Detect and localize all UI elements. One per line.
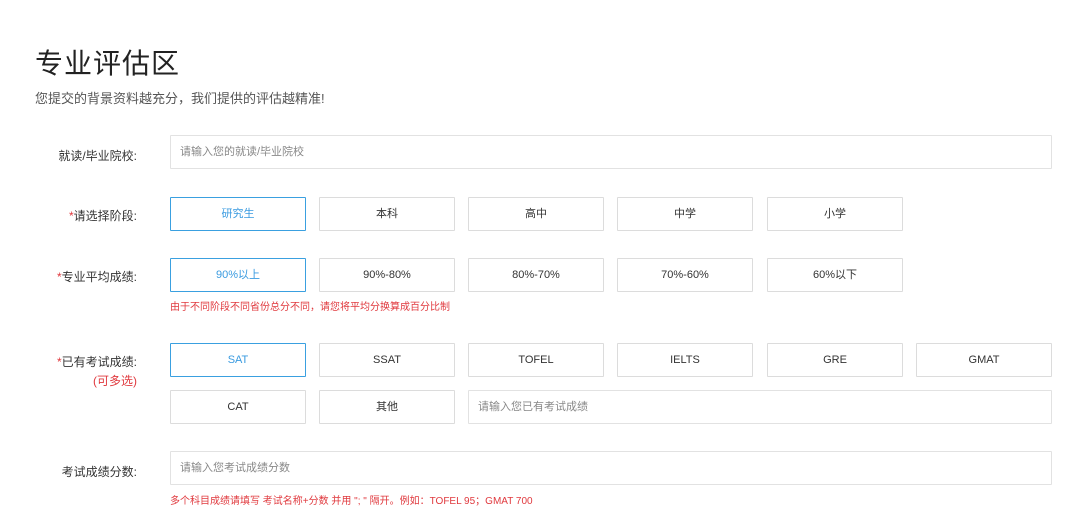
page-subtitle: 您提交的背景资料越充分，我们提供的评估越精准! [35, 91, 325, 106]
exam-other-input[interactable] [468, 390, 1052, 424]
score-hint: 多个科目成绩请填写 考试名称+分数 并用 "; " 隔开。例如：TOFEL 95… [170, 496, 533, 507]
exam-option-sat[interactable]: SAT [170, 343, 306, 377]
exam-option-ssat[interactable]: SSAT [319, 343, 455, 377]
score-input[interactable] [170, 451, 1052, 485]
stage-label: *请选择阶段: [12, 207, 137, 224]
gpa-option-80-70[interactable]: 80%-70% [468, 258, 604, 292]
gpa-option-below-60[interactable]: 60%以下 [767, 258, 903, 292]
school-input[interactable] [170, 135, 1052, 169]
gpa-option-above-90[interactable]: 90%以上 [170, 258, 306, 292]
exam-option-gre[interactable]: GRE [767, 343, 903, 377]
gpa-label: *专业平均成绩: [12, 268, 137, 285]
stage-option-undergraduate[interactable]: 本科 [319, 197, 455, 231]
gpa-label-text: 专业平均成绩: [61, 270, 137, 284]
score-label: 考试成绩分数: [61, 465, 137, 479]
gpa-option-90-80[interactable]: 90%-80% [319, 258, 455, 292]
stage-option-graduate[interactable]: 研究生 [170, 197, 306, 231]
exam-option-other[interactable]: 其他 [319, 390, 455, 424]
gpa-hint: 由于不同阶段不同省份总分不同，请您将平均分换算成百分比制 [170, 302, 450, 313]
stage-label-text: 请选择阶段: [73, 209, 137, 223]
stage-option-high-school[interactable]: 高中 [468, 197, 604, 231]
school-label: 就读/毕业院校: [58, 149, 137, 163]
exam-option-ielts[interactable]: IELTS [617, 343, 753, 377]
page-title: 专业评估区 [35, 48, 181, 79]
exams-label: *已有考试成绩: (可多选) [12, 353, 137, 389]
exam-option-gmat[interactable]: GMAT [916, 343, 1052, 377]
stage-option-primary-school[interactable]: 小学 [767, 197, 903, 231]
exams-label-text: 已有考试成绩: [61, 355, 137, 369]
exams-sublabel: (可多选) [93, 374, 137, 388]
stage-option-middle-school[interactable]: 中学 [617, 197, 753, 231]
gpa-option-70-60[interactable]: 70%-60% [617, 258, 753, 292]
exam-option-tofel[interactable]: TOFEL [468, 343, 604, 377]
exam-option-cat[interactable]: CAT [170, 390, 306, 424]
